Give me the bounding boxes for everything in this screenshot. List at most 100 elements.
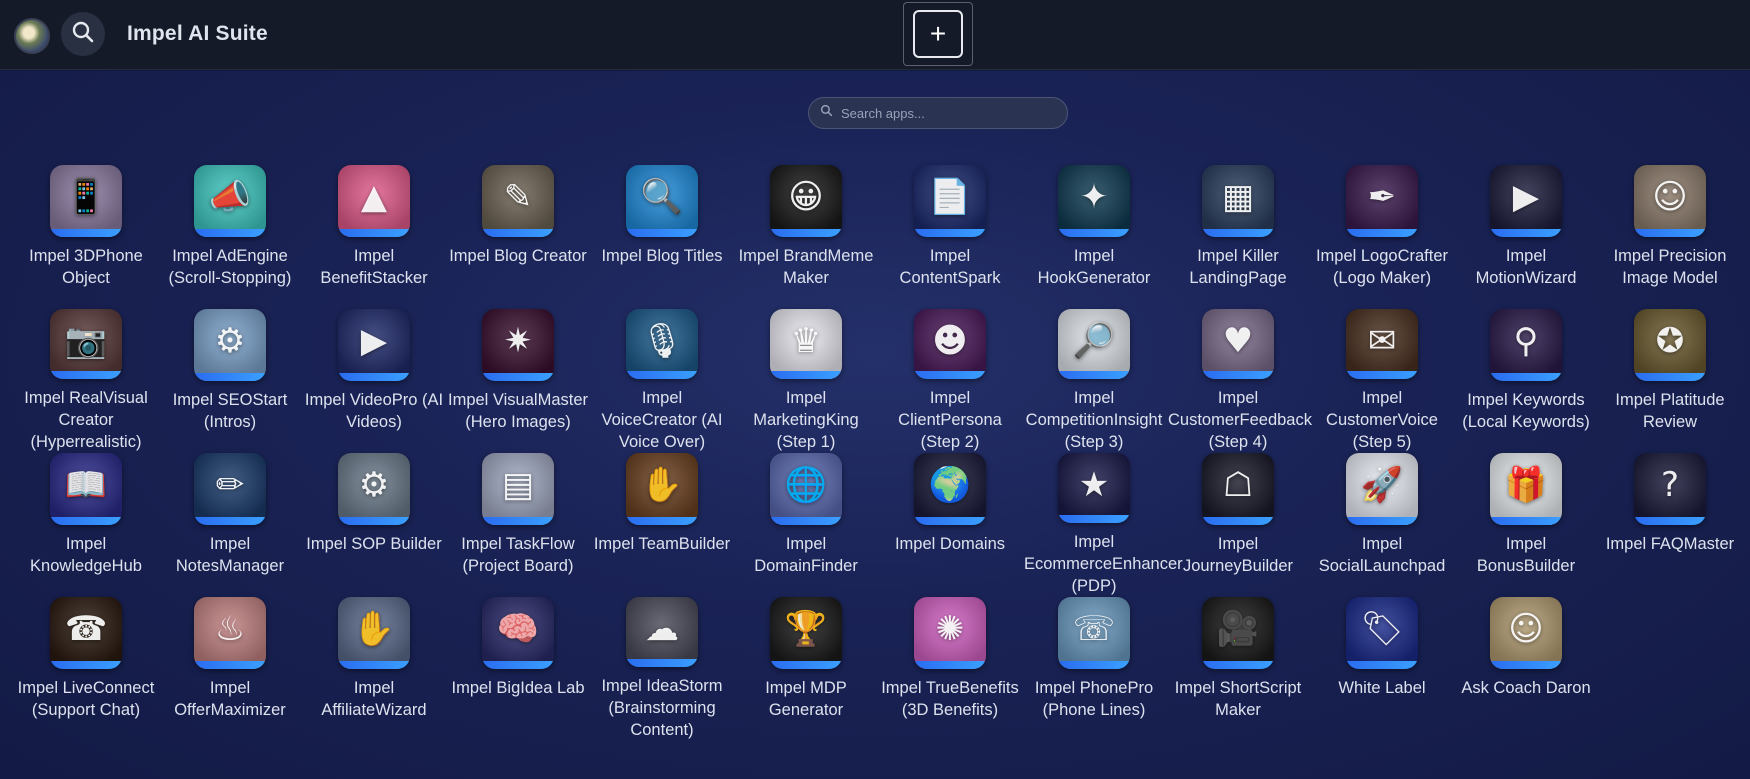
- app-tile[interactable]: 🔍 Impel Blog Titles: [590, 165, 734, 309]
- app-tile[interactable]: ✉ Impel CustomerVoice (Step 5): [1310, 309, 1454, 453]
- app-tile[interactable]: ☏ Impel PhonePro (Phone Lines): [1022, 597, 1166, 741]
- app-search-box[interactable]: [808, 97, 1068, 129]
- app-tile[interactable]: ✷ Impel VisualMaster (Hero Images): [446, 309, 590, 453]
- app-tile[interactable]: 📄 Impel ContentSpark: [878, 165, 1022, 309]
- app-label: Impel BonusBuilder: [1476, 535, 1576, 575]
- app-tile[interactable]: ✦ Impel HookGenerator: [1022, 165, 1166, 309]
- app-tile[interactable]: ✏ Impel NotesManager: [158, 453, 302, 597]
- app-icon[interactable]: ☺: [1634, 165, 1706, 237]
- app-icon[interactable]: 🎁: [1490, 453, 1562, 525]
- app-tile[interactable]: ♛ Impel MarketingKing (Step 1): [734, 309, 878, 453]
- app-tile[interactable]: ✋ Impel AffiliateWizard: [302, 597, 446, 741]
- app-tile[interactable]: ✋ Impel TeamBuilder: [590, 453, 734, 597]
- app-tile[interactable]: 🎥 Impel ShortScript Maker: [1166, 597, 1310, 741]
- app-tile[interactable]: 📖 Impel KnowledgeHub: [14, 453, 158, 597]
- avatar[interactable]: [14, 18, 50, 54]
- app-icon[interactable]: ☖: [1202, 453, 1274, 525]
- app-icon[interactable]: ?: [1634, 453, 1706, 525]
- add-button[interactable]: +: [913, 10, 963, 58]
- app-tile[interactable]: ⚙ Impel SOP Builder: [302, 453, 446, 597]
- app-tile[interactable]: ▲ Impel BenefitStacker: [302, 165, 446, 309]
- app-icon[interactable]: ✪: [1634, 309, 1706, 381]
- app-icon[interactable]: ✋: [626, 453, 698, 525]
- app-icon[interactable]: ▲: [338, 165, 410, 237]
- app-icon[interactable]: 😀: [770, 165, 842, 237]
- app-tile[interactable]: ☎ Impel LiveConnect (Support Chat): [14, 597, 158, 741]
- app-icon[interactable]: ⚙: [338, 453, 410, 525]
- app-icon[interactable]: 📣: [194, 165, 266, 237]
- app-icon[interactable]: 📱: [50, 165, 122, 237]
- app-icon[interactable]: 🔎: [1058, 309, 1130, 379]
- app-icon[interactable]: 📄: [914, 165, 986, 237]
- app-icon[interactable]: ♥: [1202, 309, 1274, 379]
- app-tile[interactable]: ▶ Impel VideoPro (AI Videos): [302, 309, 446, 453]
- app-icon[interactable]: ✎: [482, 165, 554, 237]
- app-icon[interactable]: ★: [1058, 453, 1130, 523]
- app-icon[interactable]: 🏆: [770, 597, 842, 669]
- app-tile[interactable]: 😀 Impel BrandMeme Maker: [734, 165, 878, 309]
- app-tile[interactable]: 🏷 White Label: [1310, 597, 1454, 741]
- app-tile[interactable]: ☺ Impel Precision Image Model: [1598, 165, 1742, 309]
- app-icon[interactable]: ✺: [914, 597, 986, 669]
- app-icon[interactable]: ☺: [1490, 597, 1562, 669]
- app-icon[interactable]: ☎: [50, 597, 122, 669]
- app-icon[interactable]: ▤: [482, 453, 554, 525]
- app-tile[interactable]: ✎ Impel Blog Creator: [446, 165, 590, 309]
- app-tile[interactable]: ▦ Impel Killer LandingPage: [1166, 165, 1310, 309]
- app-tile[interactable]: 🧠 Impel BigIdea Lab: [446, 597, 590, 741]
- app-icon[interactable]: ✦: [1058, 165, 1130, 237]
- app-icon[interactable]: 🚀: [1346, 453, 1418, 525]
- app-icon[interactable]: 📖: [50, 453, 122, 525]
- app-icon[interactable]: ✏: [194, 453, 266, 525]
- app-icon[interactable]: ▦: [1202, 165, 1274, 237]
- app-icon[interactable]: ☻: [914, 309, 986, 379]
- app-tile[interactable]: 🎁 Impel BonusBuilder: [1454, 453, 1598, 597]
- app-icon[interactable]: ✷: [482, 309, 554, 381]
- app-tile[interactable]: ✪ Impel Platitude Review: [1598, 309, 1742, 453]
- app-icon[interactable]: ♨: [194, 597, 266, 669]
- app-tile[interactable]: 🎙 Impel VoiceCreator (AI Voice Over): [590, 309, 734, 453]
- app-tile[interactable]: 🌐 Impel DomainFinder: [734, 453, 878, 597]
- app-tile[interactable]: ★ Impel EcommerceEnhancer (PDP): [1022, 453, 1183, 597]
- app-tile[interactable]: ☖ Impel JourneyBuilder: [1166, 453, 1310, 597]
- app-tile[interactable]: ♨ Impel OfferMaximizer: [158, 597, 302, 741]
- app-tile[interactable]: 🌍 Impel Domains: [878, 453, 1022, 597]
- app-icon[interactable]: ✉: [1346, 309, 1418, 379]
- app-tile[interactable]: ⚲ Impel Keywords (Local Keywords): [1454, 309, 1598, 453]
- app-icon[interactable]: ✋: [338, 597, 410, 669]
- app-tile[interactable]: ☺ Ask Coach Daron: [1454, 597, 1598, 741]
- app-tile[interactable]: 🔎 Impel CompetitionInsight (Step 3): [1022, 309, 1166, 453]
- app-tile[interactable]: ☻ Impel ClientPersona (Step 2): [878, 309, 1022, 453]
- app-tile[interactable]: ✒ Impel LogoCrafter (Logo Maker): [1310, 165, 1454, 309]
- search-button[interactable]: [61, 12, 105, 56]
- app-tile[interactable]: 📷 Impel RealVisual Creator (Hyperrealisti…: [14, 309, 158, 453]
- app-icon[interactable]: ⚙: [194, 309, 266, 381]
- app-tile[interactable]: 📣 Impel AdEngine (Scroll-Stopping): [158, 165, 302, 309]
- app-tile[interactable]: ☁ Impel IdeaStorm (Brainstorming Content): [590, 597, 734, 741]
- app-icon[interactable]: 🎥: [1202, 597, 1274, 669]
- app-icon[interactable]: ▶: [1490, 165, 1562, 237]
- app-icon[interactable]: ☁: [626, 597, 698, 667]
- app-tile[interactable]: ⚙ Impel SEOStart (Intros): [158, 309, 302, 453]
- app-tile[interactable]: 📱 Impel 3DPhone Object: [14, 165, 158, 309]
- app-icon[interactable]: 🌍: [914, 453, 986, 525]
- app-icon[interactable]: 🏷: [1346, 597, 1418, 669]
- app-tile[interactable]: ▶ Impel MotionWizard: [1454, 165, 1598, 309]
- app-tile[interactable]: 🚀 Impel SocialLaunchpad: [1310, 453, 1454, 597]
- app-icon[interactable]: 🧠: [482, 597, 554, 669]
- app-icon[interactable]: 🔍: [626, 165, 698, 237]
- app-icon[interactable]: 🌐: [770, 453, 842, 525]
- app-tile[interactable]: ✺ Impel TrueBenefits (3D Benefits): [878, 597, 1022, 741]
- app-tile[interactable]: 🏆 Impel MDP Generator: [734, 597, 878, 741]
- app-icon[interactable]: ☏: [1058, 597, 1130, 669]
- app-icon[interactable]: 🎙: [626, 309, 698, 379]
- app-tile[interactable]: ▤ Impel TaskFlow (Project Board): [446, 453, 590, 597]
- app-tile[interactable]: ? Impel FAQMaster: [1598, 453, 1742, 597]
- app-icon[interactable]: ✒: [1346, 165, 1418, 237]
- app-icon[interactable]: 📷: [50, 309, 122, 379]
- app-icon[interactable]: ♛: [770, 309, 842, 379]
- app-icon[interactable]: ⚲: [1490, 309, 1562, 381]
- search-input[interactable]: [841, 105, 1061, 121]
- app-tile[interactable]: ♥ Impel CustomerFeedback (Step 4): [1166, 309, 1312, 453]
- app-icon[interactable]: ▶: [338, 309, 410, 381]
